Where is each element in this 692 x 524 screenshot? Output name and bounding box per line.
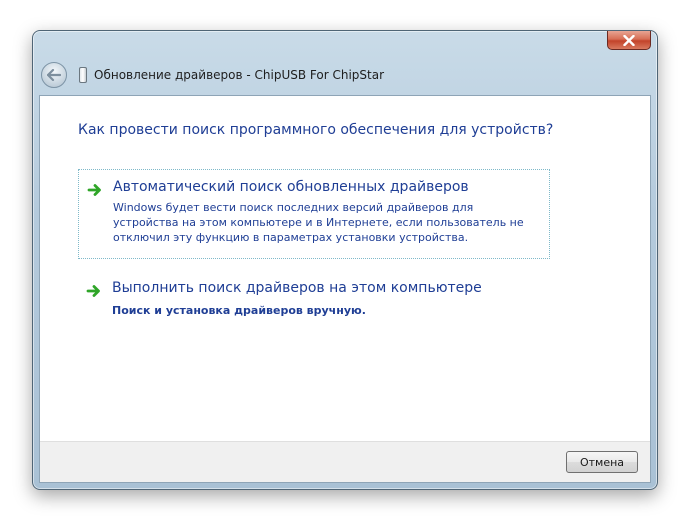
dialog-footer: Отмена xyxy=(40,441,650,482)
close-button[interactable] xyxy=(607,31,651,50)
close-icon xyxy=(623,34,635,46)
cancel-button[interactable]: Отмена xyxy=(566,451,638,473)
usb-device-icon xyxy=(79,67,87,83)
option-auto-search[interactable]: Автоматический поиск обновленных драйвер… xyxy=(78,169,550,259)
back-arrow-icon xyxy=(47,69,61,81)
dialog-content: Как провести поиск программного обеспече… xyxy=(39,95,651,483)
option-manual-search[interactable]: Выполнить поиск драйверов на этом компью… xyxy=(78,271,550,331)
page-heading: Как провести поиск программного обеспече… xyxy=(78,122,554,138)
option-manual-search-title: Выполнить поиск драйверов на этом компью… xyxy=(112,280,482,296)
title-bar: Обновление драйверов - ChipUSB For ChipS… xyxy=(39,61,651,89)
option-auto-search-title: Автоматический поиск обновленных драйвер… xyxy=(113,179,469,195)
option-manual-search-description: Поиск и установка драйверов вручную. xyxy=(112,304,366,317)
green-arrow-icon xyxy=(87,184,101,196)
green-arrow-icon xyxy=(86,285,100,297)
window-title: Обновление драйверов - ChipUSB For ChipS… xyxy=(94,68,385,82)
back-button[interactable] xyxy=(41,62,67,88)
option-auto-search-description: Windows будет вести поиск последних верс… xyxy=(113,201,524,244)
dialog-window: Обновление драйверов - ChipUSB For ChipS… xyxy=(32,30,658,490)
